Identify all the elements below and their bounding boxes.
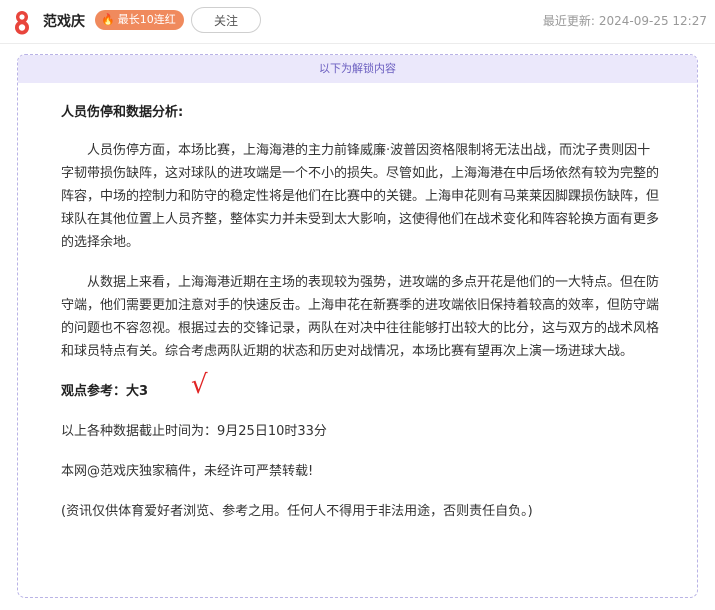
- data-paragraph: 从数据上来看，上海海港近期在主场的表现较为强势，进攻端的多点开花是他们的一大特点…: [61, 275, 660, 359]
- fire-icon: 🔥: [101, 13, 115, 26]
- header: 范戏庆 🔥 最长10连红 关注 最近更新: 2024-09-25 12:27: [0, 0, 715, 44]
- author-name[interactable]: 范戏庆: [43, 11, 85, 31]
- last-updated: 最近更新: 2024-09-25 12:27: [543, 12, 707, 29]
- logo-icon: [15, 11, 29, 35]
- section-title: 人员伤停和数据分析:: [61, 105, 184, 120]
- article-content: 人员伤停和数据分析: 人员伤停方面，本场比赛，上海海港的主力前锋威廉·波普因资格…: [61, 101, 663, 523]
- viewpoint-line: 观点参考：大3 √: [61, 372, 663, 403]
- unlock-banner: 以下为解锁内容: [18, 55, 697, 83]
- disclaimer-text: (资讯仅供体育爱好者浏览、参考之用。任何人不得用于非法用途，否则责任自负。): [61, 504, 533, 519]
- follow-button[interactable]: 关注: [191, 7, 261, 33]
- data-cutoff-text: 以上各种数据截止时间为：9月25日10时33分: [61, 424, 327, 439]
- last-updated-label: 最近更新:: [542, 14, 595, 28]
- streak-badge-label: 最长10连红: [117, 13, 176, 26]
- copyright-text: 本网@范戏庆独家稿件，未经许可严禁转载!: [61, 464, 314, 479]
- check-mark-icon: √: [191, 370, 208, 400]
- injury-paragraph: 人员伤停方面，本场比赛，上海海港的主力前锋威廉·波普因资格限制将无法出战，而沈子…: [61, 143, 660, 250]
- streak-badge: 🔥 最长10连红: [95, 10, 184, 30]
- viewpoint-text: 观点参考：大3: [61, 384, 149, 399]
- last-updated-date: 2024-09-25 12:27: [598, 14, 707, 28]
- unlocked-content-box: 以下为解锁内容 人员伤停和数据分析: 人员伤停方面，本场比赛，上海海港的主力前锋…: [17, 54, 698, 598]
